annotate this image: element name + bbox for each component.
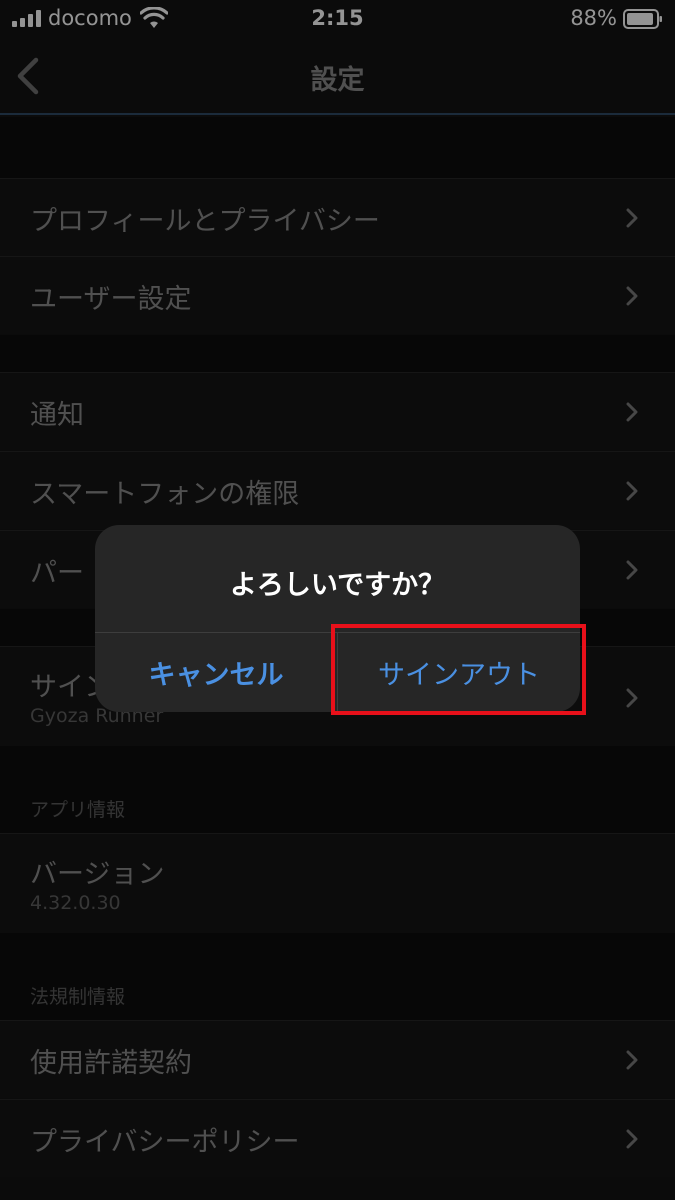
- cancel-button[interactable]: キャンセル: [95, 633, 337, 712]
- sign-out-button[interactable]: サインアウト: [338, 633, 580, 712]
- alert-title: よろしいですか？: [229, 570, 446, 601]
- confirm-alert-dialog: よろしいですか？ キャンセル サインアウト: [95, 525, 580, 712]
